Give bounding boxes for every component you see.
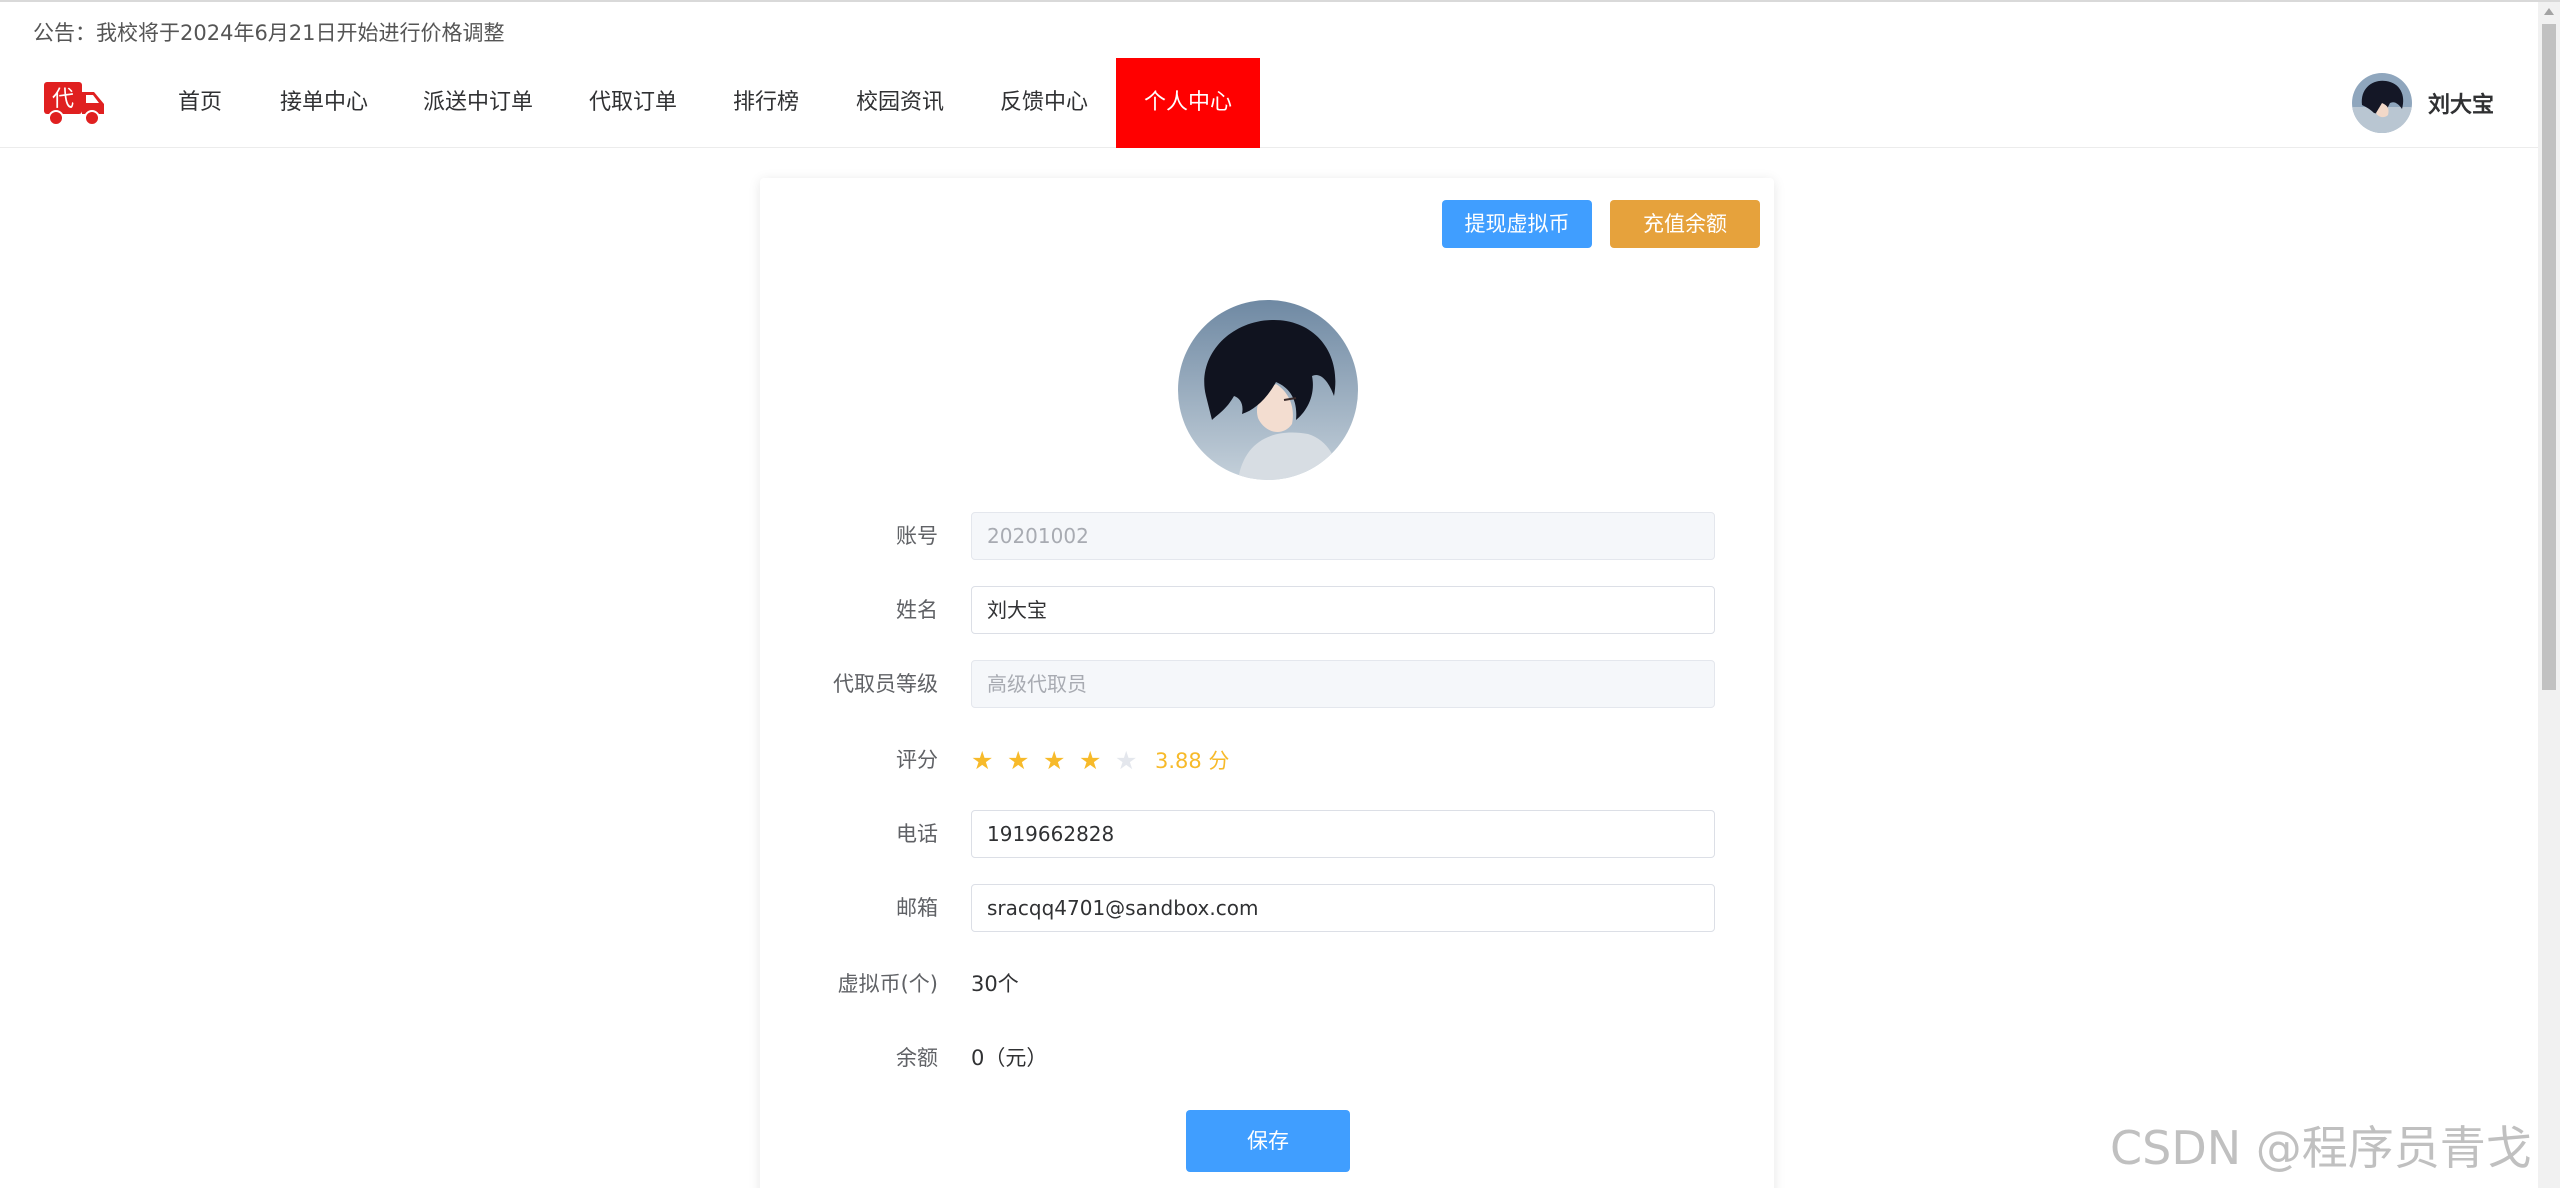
email-field[interactable]: sracqq4701@sandbox.com xyxy=(971,884,1715,932)
level-row: 代取员等级 高级代取员 xyxy=(760,660,1774,708)
nav-item-personal-center[interactable]: 个人中心 xyxy=(1116,58,1260,148)
rating-stars: ★ ★ ★ ★ ★ 3.88 分 xyxy=(971,736,1229,784)
name-field[interactable]: 刘大宝 xyxy=(971,586,1715,634)
coins-value: 30个 xyxy=(971,972,1019,996)
nav-item-pickup-orders[interactable]: 代取订单 xyxy=(572,58,694,148)
save-button[interactable]: 保存 xyxy=(1186,1110,1350,1172)
level-label: 代取员等级 xyxy=(833,672,938,696)
top-navbar: 代 首页 接单中心 派送中订单 代取订单 排行榜 校园资讯 反馈中心 个人中心 … xyxy=(0,58,2538,148)
name-row: 姓名 刘大宝 xyxy=(760,586,1774,634)
user-menu[interactable]: 刘大宝 xyxy=(2352,72,2494,134)
page-scrollbar[interactable] xyxy=(2538,2,2560,1188)
announcement-text: 公告：我校将于2024年6月21日开始进行价格调整 xyxy=(33,21,505,45)
scroll-thumb[interactable] xyxy=(2542,24,2556,690)
account-label: 账号 xyxy=(896,524,938,548)
rating-text: 3.88 分 xyxy=(1155,749,1230,773)
balance-row: 余额 0（元） xyxy=(760,1034,1774,1082)
profile-avatar[interactable] xyxy=(1178,300,1358,480)
profile-card: 提现虚拟币 充值余额 账号 20201002 姓名 刘大宝 代取员等级 高级代取… xyxy=(760,178,1774,1188)
phone-field[interactable]: 1919662828 xyxy=(971,810,1715,858)
level-field: 高级代取员 xyxy=(971,660,1715,708)
account-field: 20201002 xyxy=(971,512,1715,560)
nav-item-ranking[interactable]: 排行榜 xyxy=(716,58,816,148)
phone-row: 电话 1919662828 xyxy=(760,810,1774,858)
delivery-truck-icon[interactable]: 代 xyxy=(42,78,108,128)
watermark: CSDN @程序员青戈 xyxy=(2110,1121,2532,1175)
nav-item-home[interactable]: 首页 xyxy=(160,58,240,148)
user-name: 刘大宝 xyxy=(2428,93,2495,118)
scroll-up-icon[interactable] xyxy=(2544,8,2554,15)
name-label: 姓名 xyxy=(896,598,938,622)
nav-item-order-center[interactable]: 接单中心 xyxy=(262,58,386,148)
star-icon: ★ xyxy=(1007,745,1030,775)
star-icon: ★ xyxy=(971,745,994,775)
balance-value: 0（元） xyxy=(971,1046,1048,1070)
nav-item-campus-news[interactable]: 校园资讯 xyxy=(838,58,962,148)
top-border xyxy=(0,0,2560,2)
star-icon: ★ xyxy=(1043,745,1066,775)
user-avatar[interactable] xyxy=(2352,73,2412,133)
rating-row: 评分 ★ ★ ★ ★ ★ 3.88 分 xyxy=(760,736,1774,784)
star-icon: ★ xyxy=(1079,745,1102,775)
coins-label: 虚拟币(个) xyxy=(837,972,938,996)
nav-item-delivering-orders[interactable]: 派送中订单 xyxy=(408,58,548,148)
balance-label: 余额 xyxy=(896,1046,938,1070)
logo-text: 代 xyxy=(52,87,74,112)
phone-label: 电话 xyxy=(896,822,938,846)
email-row: 邮箱 sracqq4701@sandbox.com xyxy=(760,884,1774,932)
recharge-balance-button[interactable]: 充值余额 xyxy=(1610,200,1760,248)
email-label: 邮箱 xyxy=(896,896,938,920)
withdraw-coins-button[interactable]: 提现虚拟币 xyxy=(1442,200,1592,248)
coins-row: 虚拟币(个) 30个 xyxy=(760,960,1774,1008)
account-row: 账号 20201002 xyxy=(760,512,1774,560)
rating-label: 评分 xyxy=(896,748,938,772)
star-icon: ★ xyxy=(1115,745,1138,775)
nav-item-feedback[interactable]: 反馈中心 xyxy=(982,58,1106,148)
